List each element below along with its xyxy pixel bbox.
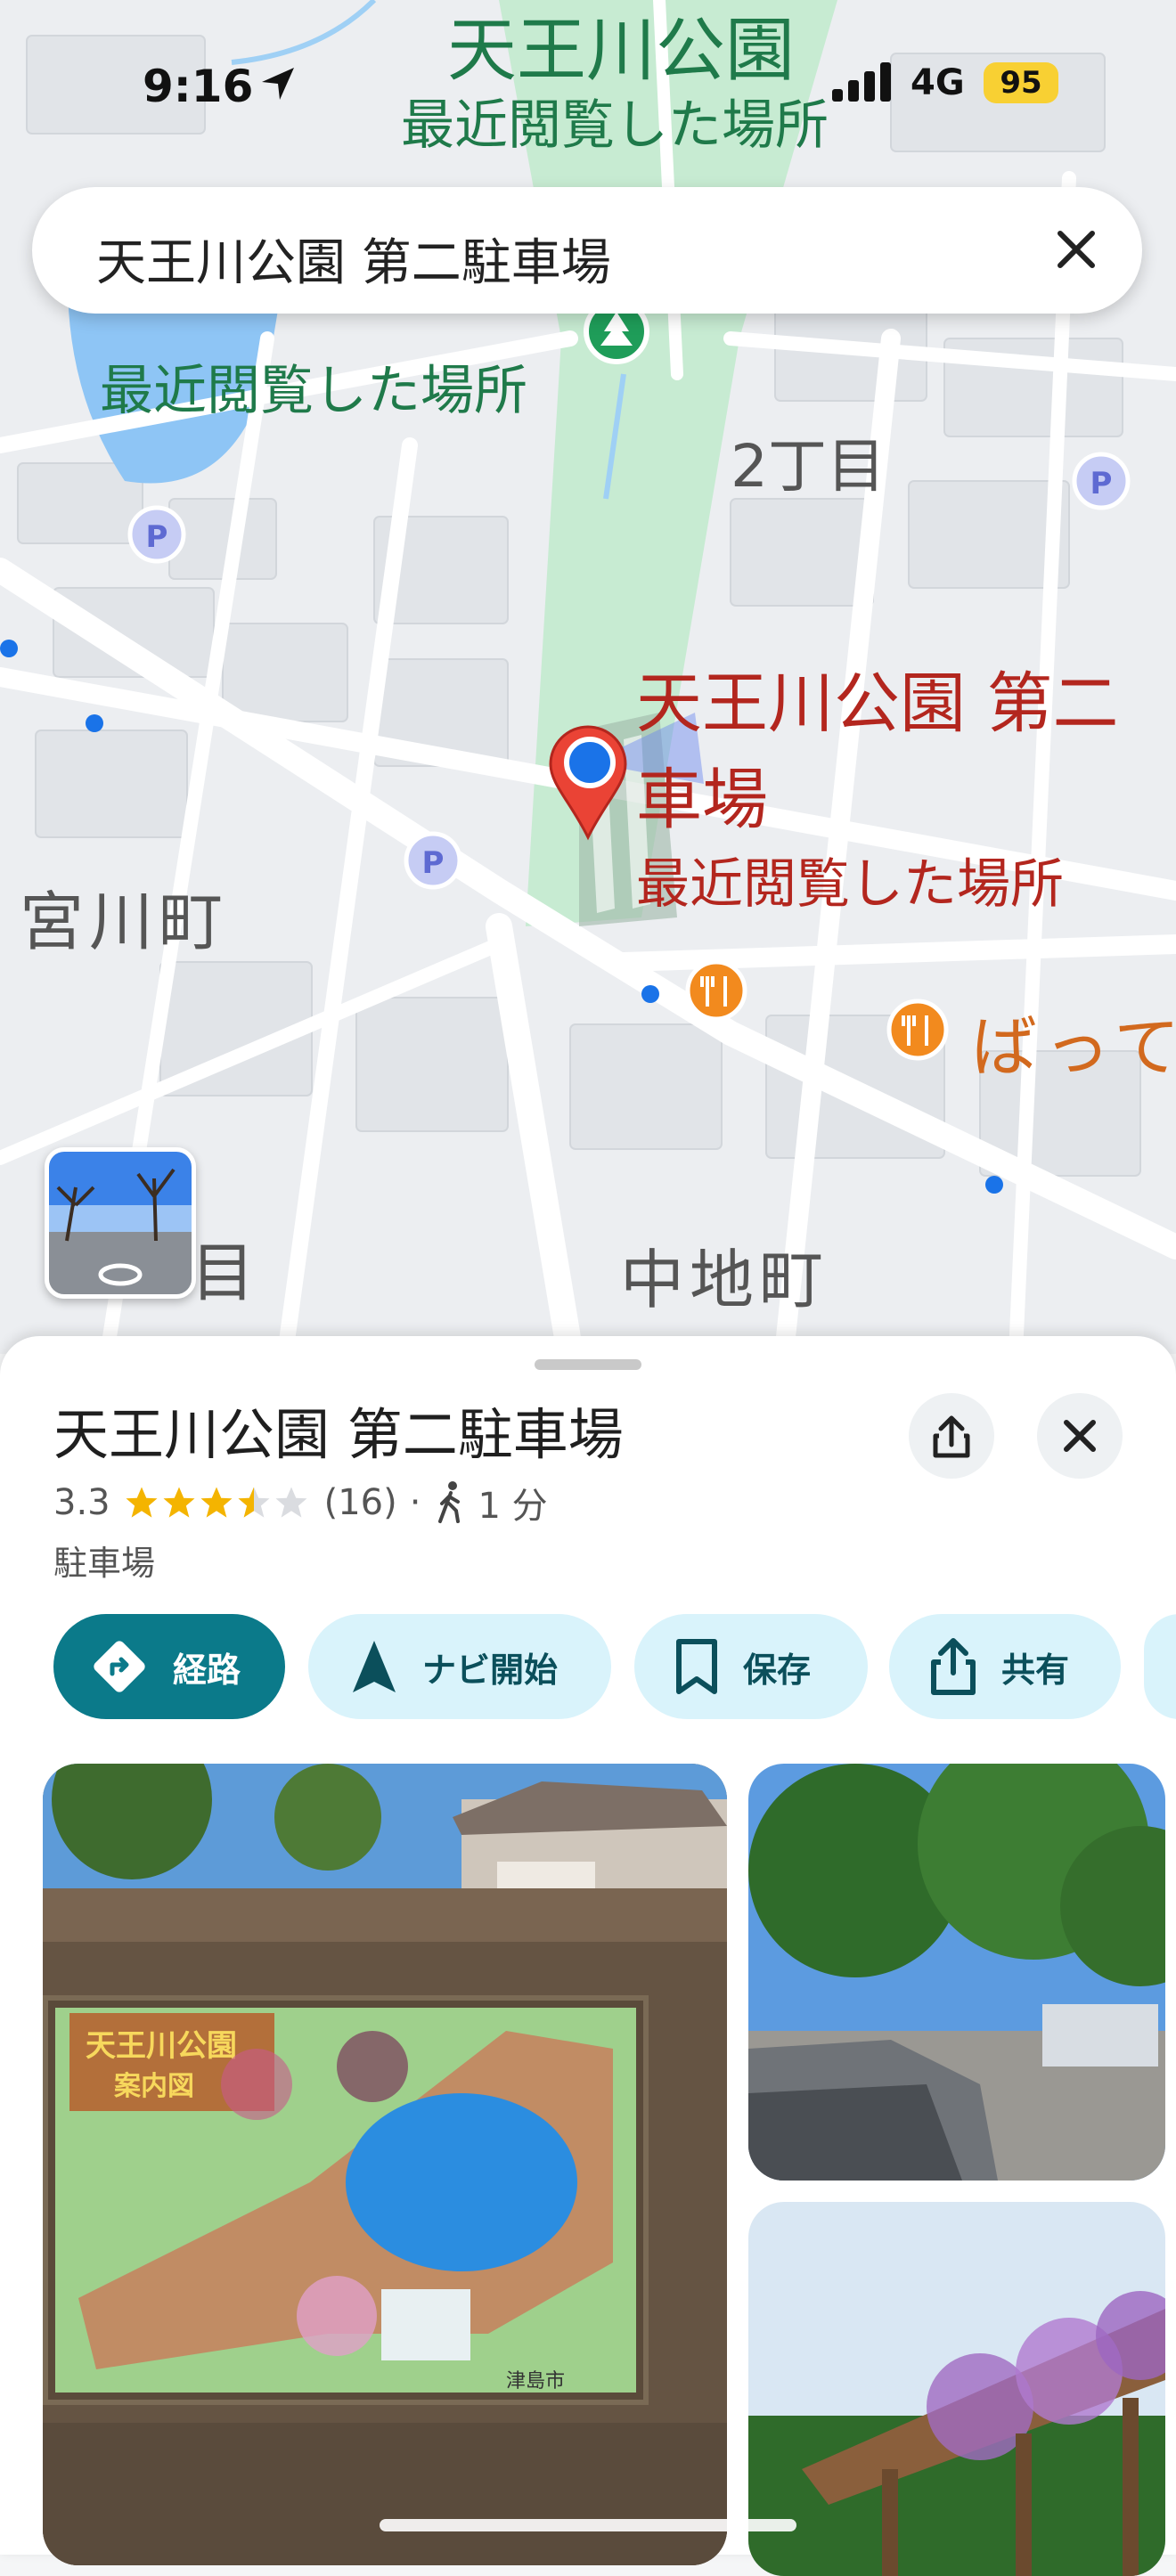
start-navigation-button[interactable]: ナビ開始	[308, 1614, 611, 1719]
share-button[interactable]	[909, 1393, 994, 1479]
battery-indicator: 95	[984, 62, 1058, 103]
separator: ·	[409, 1482, 421, 1523]
directions-label: 経路	[173, 1650, 241, 1690]
star-full-icon	[126, 1487, 158, 1518]
map-label-place-line2[interactable]: 車場	[636, 746, 768, 842]
map-label-miyagawa: 宮川町	[20, 884, 229, 959]
close-icon	[1064, 1420, 1096, 1452]
svg-text:P: P	[422, 845, 445, 881]
share-action-button[interactable]: 共有	[889, 1614, 1121, 1719]
search-bar[interactable]: 天王川公園 第二駐車場	[32, 187, 1142, 314]
status-bar: 9:16 4G 95	[0, 53, 1176, 116]
map-label-nakachi: 中地町	[620, 1243, 829, 1317]
clear-search-icon[interactable]	[1048, 221, 1105, 278]
close-sheet-button[interactable]	[1037, 1393, 1123, 1479]
star-full-icon	[200, 1487, 233, 1518]
map-label-restaurant[interactable]: ばって	[971, 994, 1176, 1089]
star-empty-icon	[275, 1487, 307, 1518]
street-view-image	[49, 1152, 192, 1294]
share-icon	[933, 1415, 970, 1458]
search-input[interactable]: 天王川公園 第二駐車場	[96, 223, 611, 295]
place-category: 駐車場	[53, 1544, 156, 1583]
home-indicator[interactable]	[380, 2519, 796, 2531]
navigation-arrow-icon	[353, 1641, 396, 1692]
svg-text:P: P	[1090, 466, 1113, 501]
review-count[interactable]: (16)	[324, 1482, 397, 1523]
street-view-thumbnail[interactable]	[45, 1147, 196, 1299]
sign-title-text: 天王川公園	[86, 2028, 237, 2064]
share-label: 共有	[1001, 1650, 1070, 1690]
rating-row[interactable]: 3.3 (16) · 1 分	[53, 1471, 548, 1534]
map-label-recent-2: 最近閲覧した場所	[100, 360, 527, 422]
directions-button[interactable]: 経路	[53, 1614, 285, 1719]
cellular-signal-icon	[832, 62, 891, 102]
sign-subtitle-text: 案内図	[114, 2071, 194, 2102]
wisteria-trellis-image	[748, 2202, 1165, 2576]
sign-city-text: 津島市	[506, 2370, 565, 2393]
rating-stars	[123, 1484, 310, 1521]
rating-value: 3.3	[53, 1482, 110, 1523]
park-sign-image: 天王川公園 案内図 津島市	[43, 1764, 727, 2565]
location-arrow-icon	[262, 68, 294, 100]
status-time: 9:16	[143, 61, 254, 112]
save-button[interactable]: 保存	[634, 1614, 868, 1719]
place-sheet[interactable]: 天王川公園 第二駐車場 3.3 (16) · 1 分 駐車場 経路 ナビ開始 保…	[0, 1336, 1176, 2576]
sheet-drag-handle[interactable]	[535, 1359, 641, 1370]
photo-park-sign[interactable]: 天王川公園 案内図 津島市	[43, 1764, 727, 2565]
map-label-place-line1[interactable]: 天王川公園 第二	[636, 650, 1119, 746]
walking-icon	[438, 1481, 461, 1523]
save-label: 保存	[743, 1650, 812, 1690]
start-navigation-label: ナビ開始	[422, 1650, 559, 1690]
star-full-icon	[163, 1487, 195, 1518]
parking-lot-image	[748, 1764, 1165, 2181]
more-actions-chip[interactable]	[1144, 1614, 1176, 1719]
star-half-icon	[238, 1487, 270, 1518]
map-label-partial: 目	[191, 1235, 256, 1310]
directions-icon	[94, 1641, 145, 1692]
svg-text:P: P	[146, 519, 168, 555]
walk-time: 1 分	[478, 1486, 548, 1527]
bookmark-icon	[676, 1639, 717, 1694]
photo-wisteria[interactable]	[748, 2202, 1165, 2576]
photo-parking-lot[interactable]	[748, 1764, 1165, 2181]
place-title: 天王川公園 第二駐車場	[53, 1402, 624, 1467]
map-label-district-2: 2丁目	[731, 432, 886, 501]
map-label-place-recent: 最近閲覧した場所	[636, 853, 1064, 916]
share-icon	[931, 1638, 976, 1695]
network-type: 4G	[911, 62, 965, 103]
